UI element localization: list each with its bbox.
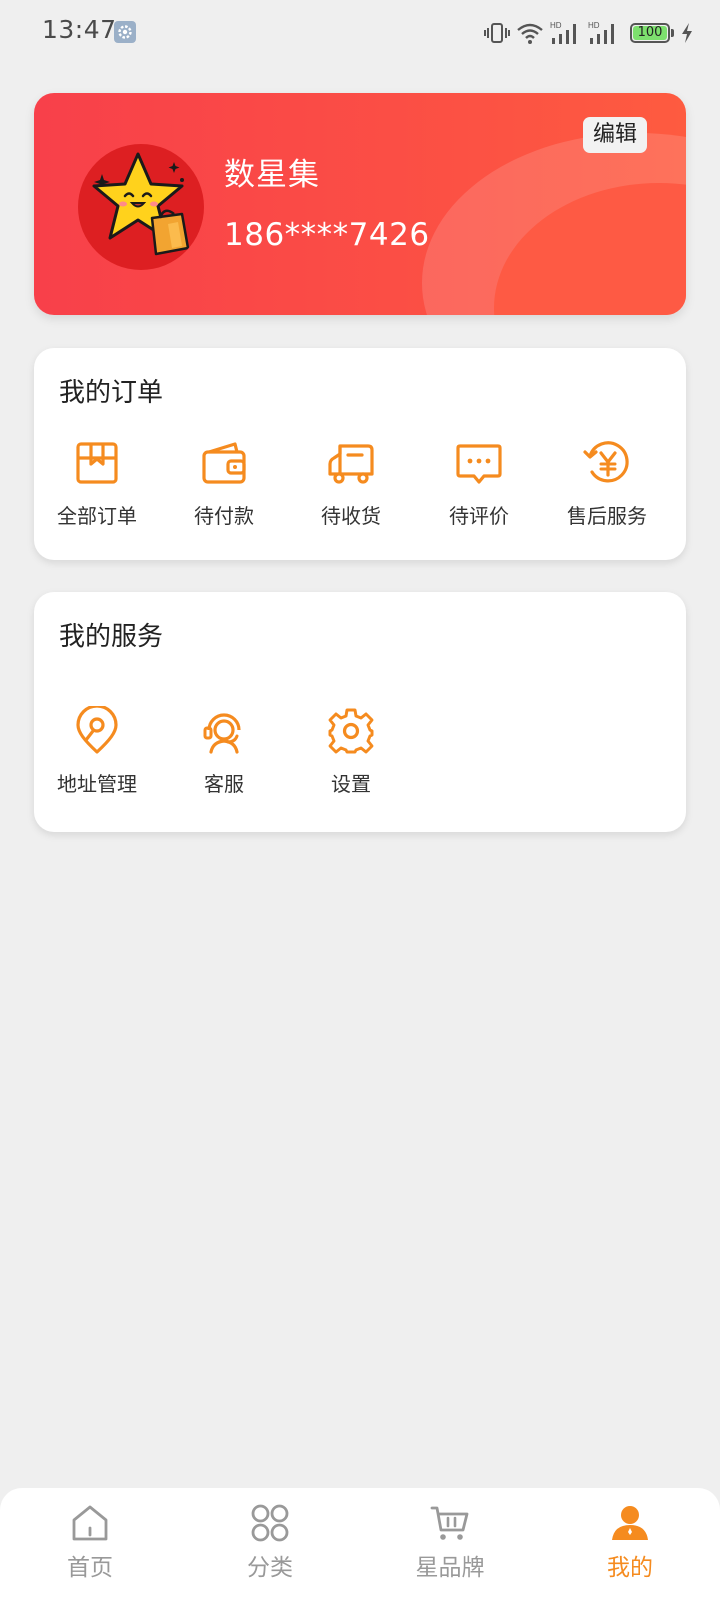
order-item-label: 全部订单 [57,504,137,528]
gear-icon [328,708,374,754]
signal-hd-icon: HD [550,21,576,44]
service-item-label: 客服 [204,772,244,796]
battery-percent: 100 [637,25,663,40]
orders-title: 我的订单 [59,378,164,408]
wallet-icon [202,442,246,484]
service-item-customer-service[interactable]: 客服 [162,706,286,797]
wifi-icon [517,23,543,44]
vibrate-icon [484,23,510,43]
order-item-all[interactable]: 全部订单 [35,438,159,529]
services-card: 我的服务 地址管理 客服 设置 [34,592,686,832]
nav-item-category[interactable]: 分类 [210,1502,330,1582]
bottom-nav: 首页 分类 星品牌 我的 [0,1488,720,1600]
home-icon [72,1505,108,1541]
services-title: 我的服务 [59,622,164,652]
order-item-pending-receipt[interactable]: 待收货 [289,438,413,529]
nav-item-brand[interactable]: 星品牌 [390,1502,510,1582]
order-item-label: 待评价 [449,504,509,528]
user-icon [612,1506,648,1540]
svg-text:HD: HD [550,21,562,30]
truck-icon [328,444,374,484]
avatar[interactable] [78,144,204,270]
comment-icon [456,444,502,484]
nav-label: 我的 [607,1555,653,1581]
refund-yen-icon [583,441,629,483]
service-item-label: 地址管理 [57,772,137,796]
category-icon [251,1504,289,1542]
nav-item-mine[interactable]: 我的 [570,1502,690,1582]
order-item-pending-review[interactable]: 待评价 [417,438,541,529]
nav-label: 分类 [247,1555,293,1581]
charging-icon [682,23,692,43]
star-mascot-icon [92,152,190,256]
battery-icon: 100 [630,23,670,43]
order-item-after-sales[interactable]: 售后服务 [545,438,669,529]
location-pin-icon [76,706,118,754]
nav-item-home[interactable]: 首页 [30,1502,150,1582]
order-item-label: 售后服务 [567,504,647,528]
service-item-address[interactable]: 地址管理 [35,706,159,797]
profile-name: 数星集 [224,157,320,193]
service-item-label: 设置 [331,772,371,796]
service-item-settings[interactable]: 设置 [289,706,413,797]
profile-page: 13:47 HD HD 100 数星集 186****7426 编辑 我的订单 … [0,0,720,1600]
cart-icon [430,1506,469,1540]
signal-hd-icon: HD [588,21,614,44]
nav-label: 首页 [67,1555,113,1581]
edit-button[interactable]: 编辑 [582,117,647,153]
settings-icon [114,21,136,43]
status-bar: 13:47 HD HD 100 [0,0,720,64]
customer-service-icon [203,713,241,754]
orders-card: 我的订单 全部订单 待付款 待收货 待评价 售后服务 [34,348,686,560]
battery-tip [671,29,674,37]
order-item-label: 待付款 [194,504,254,528]
order-item-pending-payment[interactable]: 待付款 [162,438,286,529]
status-icons: HD HD 100 [484,18,694,48]
nav-label: 星品牌 [415,1555,485,1581]
order-item-label: 待收货 [321,504,381,528]
profile-card[interactable]: 数星集 186****7426 编辑 [34,93,686,315]
status-time: 13:47 [42,15,117,44]
svg-text:HD: HD [588,21,600,30]
package-icon [76,442,118,484]
profile-phone: 186****7426 [224,217,430,253]
